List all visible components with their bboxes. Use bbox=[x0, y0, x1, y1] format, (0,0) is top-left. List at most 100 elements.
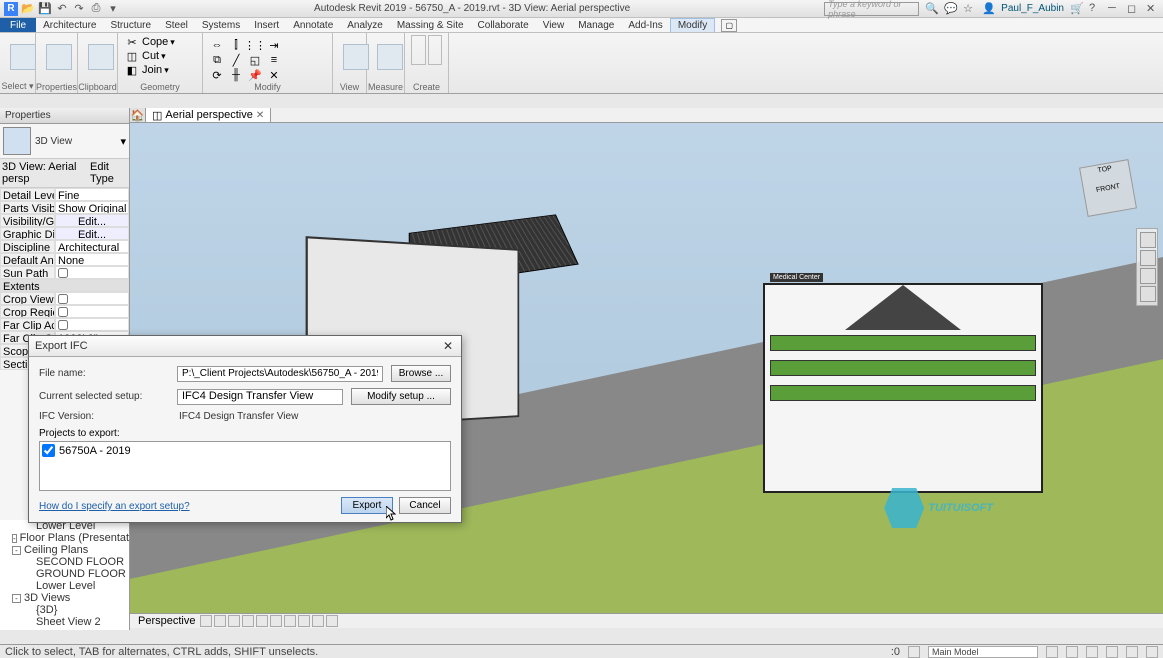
tab-collaborate[interactable]: Collaborate bbox=[471, 18, 536, 32]
tab-addins[interactable]: Add-Ins bbox=[621, 18, 669, 32]
prop-value[interactable]: Edit... bbox=[55, 214, 129, 227]
ribbon-collapse-icon[interactable]: ▢ bbox=[721, 19, 737, 32]
tab-systems[interactable]: Systems bbox=[195, 18, 247, 32]
prop-value[interactable]: Show Original bbox=[55, 201, 129, 214]
sb-filter-icon[interactable] bbox=[1046, 646, 1058, 658]
project-checkbox[interactable] bbox=[42, 444, 55, 457]
pan-icon[interactable] bbox=[1140, 250, 1156, 266]
star-icon[interactable]: ☆ bbox=[963, 2, 976, 15]
close-icon[interactable]: ✕ bbox=[1146, 2, 1159, 15]
vcb-sun-icon[interactable] bbox=[228, 615, 240, 627]
sb-drag-icon[interactable] bbox=[1126, 646, 1138, 658]
browse-button[interactable]: Browse ... bbox=[391, 365, 451, 382]
sb-workset-icon[interactable] bbox=[908, 646, 920, 658]
type-selector[interactable]: 3D View bbox=[35, 136, 116, 147]
fullnav-icon[interactable] bbox=[1140, 232, 1156, 248]
tree-item[interactable]: -Floor Plans (Presentation) bbox=[0, 532, 129, 544]
qat-open-icon[interactable]: 📂 bbox=[21, 2, 35, 16]
type-dropdown-icon[interactable]: ▾ bbox=[120, 135, 126, 148]
qat-undo-icon[interactable]: ↶ bbox=[55, 2, 69, 16]
view-home-icon[interactable]: 🏠 bbox=[130, 108, 146, 122]
tab-analyze[interactable]: Analyze bbox=[340, 18, 390, 32]
vcb-detail-icon[interactable] bbox=[200, 615, 212, 627]
split-icon[interactable]: ╫ bbox=[228, 68, 244, 82]
tree-item[interactable]: GROUND FLOOR bbox=[0, 568, 129, 580]
prop-value[interactable]: Fine bbox=[55, 188, 129, 201]
create-icon-2[interactable] bbox=[428, 35, 443, 65]
projects-listbox[interactable]: 56750A - 2019 bbox=[39, 441, 451, 491]
trim-icon[interactable]: ╱ bbox=[228, 53, 244, 67]
vcb-crop2-icon[interactable] bbox=[284, 615, 296, 627]
restore-icon[interactable]: ◻ bbox=[1127, 2, 1140, 15]
prop-value[interactable] bbox=[55, 292, 129, 305]
tree-toggle-icon[interactable]: - bbox=[12, 534, 17, 543]
vcb-reveal-icon[interactable] bbox=[326, 615, 338, 627]
edit-type-button[interactable]: Edit Type bbox=[90, 161, 127, 185]
prop-value[interactable] bbox=[55, 318, 129, 331]
modify-tool-button[interactable] bbox=[6, 35, 40, 79]
filename-input[interactable] bbox=[177, 366, 383, 382]
align-icon[interactable]: ≡ bbox=[266, 53, 282, 67]
qat-save-icon[interactable]: 💾 bbox=[38, 2, 52, 16]
instance-label[interactable]: 3D View: Aerial persp bbox=[2, 161, 87, 185]
prop-value[interactable] bbox=[55, 266, 129, 279]
mirror-icon[interactable]: ⫿ bbox=[228, 38, 244, 52]
search-icon[interactable]: 🔍 bbox=[925, 2, 938, 15]
tab-modify[interactable]: Modify bbox=[670, 18, 715, 32]
user-name[interactable]: Paul_F_Aubin bbox=[1001, 3, 1064, 14]
tree-item[interactable]: Sheet View 2 bbox=[0, 616, 129, 628]
tree-toggle-icon[interactable]: - bbox=[12, 546, 21, 555]
sb-link-icon[interactable] bbox=[1086, 646, 1098, 658]
copy-icon[interactable]: ⧉ bbox=[209, 53, 225, 67]
tab-steel[interactable]: Steel bbox=[158, 18, 195, 32]
modify-setup-button[interactable]: Modify setup ... bbox=[351, 388, 451, 405]
vcb-lock-icon[interactable] bbox=[298, 615, 310, 627]
search-input[interactable]: Type a keyword or phrase bbox=[824, 2, 919, 16]
vcb-visual-icon[interactable] bbox=[214, 615, 226, 627]
scale-icon[interactable]: ◱ bbox=[247, 53, 263, 67]
help-link[interactable]: How do I specify an export setup? bbox=[39, 501, 190, 512]
create-icon-1[interactable] bbox=[411, 35, 426, 65]
tree-toggle-icon[interactable]: - bbox=[12, 594, 21, 603]
qat-print-icon[interactable]: ⎙ bbox=[89, 2, 103, 16]
paste-button[interactable] bbox=[84, 35, 118, 79]
comm-icon[interactable]: 💬 bbox=[944, 2, 957, 15]
project-item[interactable]: 56750A - 2019 bbox=[42, 444, 448, 457]
vcb-hide-icon[interactable] bbox=[312, 615, 324, 627]
tab-manage[interactable]: Manage bbox=[571, 18, 621, 32]
view-tab-aerial[interactable]: ◫ Aerial perspective ✕ bbox=[146, 108, 271, 122]
dialog-close-icon[interactable]: ✕ bbox=[441, 339, 455, 353]
view-cube[interactable]: TOP FRONT bbox=[1079, 159, 1137, 217]
vcb-render-icon[interactable] bbox=[256, 615, 268, 627]
vcb-crop-icon[interactable] bbox=[270, 615, 282, 627]
orbit-icon[interactable] bbox=[1140, 286, 1156, 302]
rotate-icon[interactable]: ⟳ bbox=[209, 68, 225, 82]
vcb-shadow-icon[interactable] bbox=[242, 615, 254, 627]
tree-item[interactable]: -3D Views bbox=[0, 592, 129, 604]
move-icon[interactable]: ⇔ bbox=[209, 38, 225, 52]
measure-button[interactable] bbox=[373, 35, 407, 79]
qat-dropdown-icon[interactable]: ▾ bbox=[106, 2, 120, 16]
cope-button[interactable]: ✂Cope ▾ bbox=[124, 35, 196, 49]
view-tab-close-icon[interactable]: ✕ bbox=[256, 110, 264, 121]
tree-item[interactable]: {3D} bbox=[0, 604, 129, 616]
offset-icon[interactable]: ⇥ bbox=[266, 38, 282, 52]
tab-structure[interactable]: Structure bbox=[103, 18, 158, 32]
sb-face-icon[interactable] bbox=[1146, 646, 1158, 658]
tree-item[interactable]: Lower Level bbox=[0, 580, 129, 592]
sb-pin-icon[interactable] bbox=[1106, 646, 1118, 658]
minimize-icon[interactable]: ─ bbox=[1108, 2, 1121, 15]
properties-button[interactable] bbox=[42, 35, 76, 79]
tab-insert[interactable]: Insert bbox=[247, 18, 286, 32]
zoom-icon[interactable] bbox=[1140, 268, 1156, 284]
prop-value[interactable]: Edit... bbox=[55, 227, 129, 240]
file-tab[interactable]: File bbox=[0, 18, 36, 32]
cart-icon[interactable]: 🛒 bbox=[1070, 2, 1083, 15]
array-icon[interactable]: ⋮⋮ bbox=[247, 38, 263, 52]
tree-item[interactable]: SECOND FLOOR bbox=[0, 556, 129, 568]
setup-select[interactable]: IFC4 Design Transfer View bbox=[177, 389, 343, 405]
prop-value[interactable]: Architectural bbox=[55, 240, 129, 253]
vcb-scale[interactable]: Perspective bbox=[135, 615, 198, 627]
pin-icon[interactable]: 📌 bbox=[247, 68, 263, 82]
tab-annotate[interactable]: Annotate bbox=[286, 18, 340, 32]
